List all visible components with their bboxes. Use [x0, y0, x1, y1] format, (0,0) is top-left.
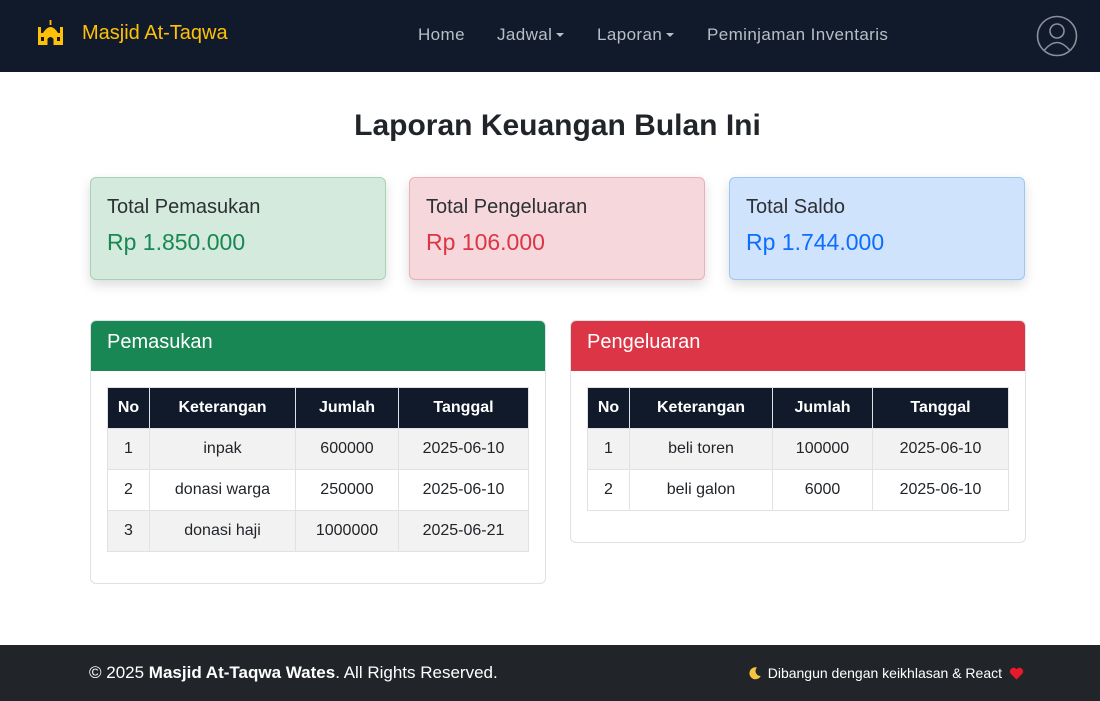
total-balance-value: Rp 1.744.000	[746, 229, 885, 255]
built-with-text: Dibangun dengan keikhlasan & React	[767, 665, 1002, 681]
mosque-icon	[38, 20, 63, 45]
cell-keterangan: donasi warga	[149, 469, 296, 511]
cell-tanggal: 2025-06-21	[398, 510, 529, 552]
cell-jumlah: 1000000	[295, 510, 399, 552]
income-table: No Keterangan Jumlah Tanggal 1 inpak 600…	[107, 387, 529, 552]
total-expense-card: Total Pengeluaran Rp 106.000	[409, 177, 705, 280]
footer-org-name: Masjid At-Taqwa Wates	[148, 663, 336, 682]
total-balance-card: Total Saldo Rp 1.744.000	[729, 177, 1025, 280]
cell-jumlah: 600000	[295, 428, 399, 470]
table-row: 1 beli toren 100000 2025-06-10	[587, 428, 1009, 470]
brand-link[interactable]: Masjid At-Taqwa	[37, 19, 228, 46]
table-header-row: No Keterangan Jumlah Tanggal	[587, 387, 1009, 429]
cell-keterangan: beli galon	[629, 469, 773, 511]
column-header-tanggal: Tanggal	[398, 387, 529, 429]
column-header-keterangan: Keterangan	[149, 387, 296, 429]
income-card: Pemasukan No Keterangan Jumlah Tanggal 1…	[90, 320, 546, 584]
total-expense-value: Rp 106.000	[426, 229, 545, 255]
column-header-jumlah: Jumlah	[295, 387, 399, 429]
nav-laporan-label: Laporan	[597, 25, 663, 44]
cell-keterangan: inpak	[149, 428, 296, 470]
total-expense-label: Total Pengeluaran	[426, 196, 588, 218]
cell-jumlah: 250000	[295, 469, 399, 511]
copyright-prefix: © 2025	[89, 663, 149, 682]
cell-no: 2	[107, 469, 150, 511]
footer-copyright: © 2025 Masjid At-Taqwa Wates. All Rights…	[89, 664, 498, 681]
cell-keterangan: beli toren	[629, 428, 773, 470]
table-row: 2 beli galon 6000 2025-06-10	[587, 469, 1009, 511]
nav-home[interactable]: Home	[418, 26, 465, 43]
cell-no: 1	[587, 428, 630, 470]
cell-tanggal: 2025-06-10	[872, 469, 1009, 511]
total-income-label: Total Pemasukan	[107, 196, 261, 218]
nav-peminjaman-label: Peminjaman Inventaris	[707, 25, 889, 44]
chevron-down-icon	[556, 33, 565, 37]
table-row: 3 donasi haji 1000000 2025-06-21	[107, 510, 529, 552]
total-income-value: Rp 1.850.000	[107, 229, 246, 255]
expense-card: Pengeluaran No Keterangan Jumlah Tanggal…	[570, 320, 1026, 543]
user-circle-icon[interactable]	[1036, 15, 1078, 57]
navbar: Masjid At-Taqwa Home Jadwal Laporan Pemi…	[0, 0, 1100, 72]
cell-tanggal: 2025-06-10	[398, 469, 529, 511]
cell-tanggal: 2025-06-10	[398, 428, 529, 470]
cell-no: 2	[587, 469, 630, 511]
column-header-no: No	[107, 387, 150, 429]
total-income-card: Total Pemasukan Rp 1.850.000	[90, 177, 386, 280]
nav-laporan-dropdown[interactable]: Laporan	[597, 25, 675, 44]
page-title: Laporan Keuangan Bulan Ini	[354, 109, 761, 142]
cell-jumlah: 100000	[772, 428, 873, 470]
crescent-moon-icon	[749, 667, 761, 680]
cell-no: 3	[107, 510, 150, 552]
footer-credit: Dibangun dengan keikhlasan & React	[748, 666, 1024, 680]
column-header-no: No	[587, 387, 630, 429]
total-balance-label: Total Saldo	[746, 196, 845, 218]
heart-icon	[1009, 667, 1024, 679]
nav-peminjaman[interactable]: Peminjaman Inventaris	[707, 26, 888, 43]
cell-tanggal: 2025-06-10	[872, 428, 1009, 470]
chevron-down-icon	[666, 33, 675, 37]
brand-name: Masjid At-Taqwa	[82, 21, 228, 44]
table-row: 2 donasi warga 250000 2025-06-10	[107, 469, 529, 511]
copyright-suffix: . All Rights Reserved.	[335, 663, 498, 682]
cell-keterangan: donasi haji	[149, 510, 296, 552]
income-card-header: Pemasukan	[91, 321, 545, 371]
nav-jadwal-label: Jadwal	[497, 25, 553, 44]
table-header-row: No Keterangan Jumlah Tanggal	[107, 387, 529, 429]
expense-table: No Keterangan Jumlah Tanggal 1 beli tore…	[587, 387, 1009, 511]
table-row: 1 inpak 600000 2025-06-10	[107, 428, 529, 470]
nav-home-label: Home	[418, 25, 465, 44]
cell-jumlah: 6000	[772, 469, 873, 511]
column-header-tanggal: Tanggal	[872, 387, 1009, 429]
cell-no: 1	[107, 428, 150, 470]
column-header-jumlah: Jumlah	[772, 387, 873, 429]
footer: © 2025 Masjid At-Taqwa Wates. All Rights…	[0, 645, 1100, 701]
expense-card-header: Pengeluaran	[571, 321, 1025, 371]
nav-jadwal-dropdown[interactable]: Jadwal	[497, 25, 565, 44]
column-header-keterangan: Keterangan	[629, 387, 773, 429]
